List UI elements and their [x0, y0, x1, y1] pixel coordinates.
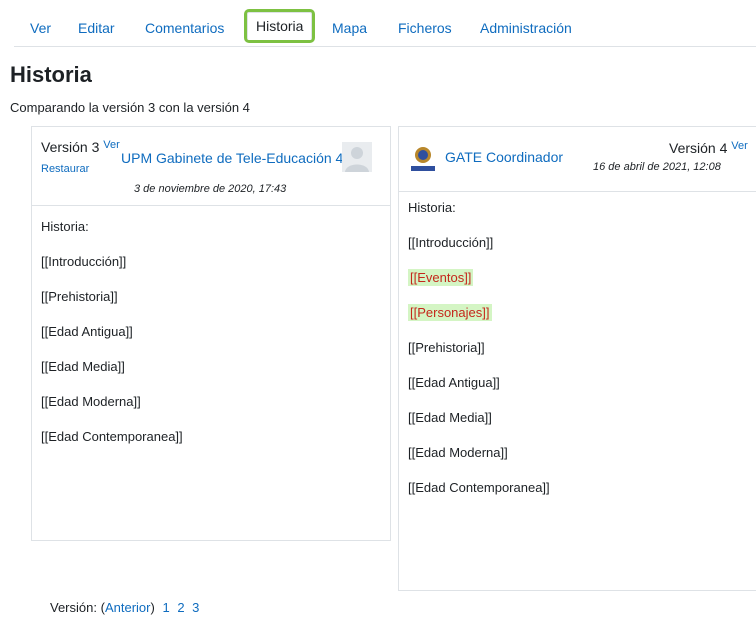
version-4-label: Versión 4 Ver	[669, 140, 748, 156]
content-line: [[Prehistoria]]	[408, 340, 485, 355]
version-paging-label: Versión:	[50, 600, 97, 615]
avatar	[342, 142, 372, 172]
view-version-3-link[interactable]: Ver	[103, 139, 120, 151]
version-4-title: Versión 4	[669, 140, 728, 156]
content-line: [[Edad Antigua]]	[41, 324, 133, 339]
added-line: [[Eventos]]	[408, 269, 474, 286]
version-3-header: Versión 3 Ver Restaurar UPM Gabinete de …	[32, 127, 390, 206]
content-line: [[Edad Media]]	[41, 359, 125, 374]
version-4-user-link[interactable]: GATE Coordinador	[445, 149, 563, 165]
default-user-icon	[342, 142, 372, 172]
tab-mapa[interactable]: Mapa	[332, 20, 367, 36]
version-4-column: GATE Coordinador Versión 4 Ver 16 de abr…	[398, 126, 756, 591]
content-line: [[Edad Antigua]]	[408, 375, 500, 390]
version-3-column: Versión 3 Ver Restaurar UPM Gabinete de …	[31, 126, 391, 541]
version-paging: Versión: (Anterior) 1 2 3	[50, 600, 199, 615]
content-line: [[Introducción]]	[408, 235, 494, 250]
tab-ficheros[interactable]: Ficheros	[398, 20, 452, 36]
content-line: [[Prehistoria]]	[41, 289, 118, 304]
content-line: [[Introducción]]	[41, 254, 127, 269]
version-4-date: 16 de abril de 2021, 12:08	[593, 161, 721, 173]
university-logo-icon	[409, 145, 437, 175]
view-version-4-link[interactable]: Ver	[731, 140, 748, 152]
content-line: Historia:	[41, 219, 89, 234]
tab-ver[interactable]: Ver	[30, 20, 51, 36]
version-4-header: GATE Coordinador Versión 4 Ver 16 de abr…	[399, 127, 756, 192]
version-3-title: Versión 3	[41, 139, 100, 155]
content-line: [[Edad Contemporanea]]	[408, 480, 550, 495]
added-line: [[Personajes]]	[408, 304, 492, 321]
paren-close: )	[150, 600, 155, 615]
page-title: Historia	[10, 62, 92, 87]
version-page-2-link[interactable]: 2	[177, 600, 184, 615]
content-line: [[Edad Moderna]]	[41, 394, 141, 409]
tab-comentarios[interactable]: Comentarios	[145, 20, 224, 36]
version-3-label: Versión 3 Ver	[41, 139, 120, 155]
version-page-3-link[interactable]: 3	[192, 600, 199, 615]
tab-administracion[interactable]: Administración	[480, 20, 572, 36]
content-line: [[Edad Contemporanea]]	[41, 429, 183, 444]
version-3-user-link[interactable]: UPM Gabinete de Tele-Educación 4	[121, 150, 343, 166]
content-line: [[Edad Moderna]]	[408, 445, 508, 460]
version-page-1-link[interactable]: 1	[162, 600, 169, 615]
version-3-date: 3 de noviembre de 2020, 17:43	[134, 183, 287, 195]
content-line: [[Edad Media]]	[408, 410, 492, 425]
compare-note: Comparando la versión 3 con la versión 4	[10, 100, 250, 115]
tab-bar: Ver Editar Comentarios Historia Mapa Fic…	[14, 8, 756, 47]
content-line: Historia:	[408, 200, 456, 215]
restore-link[interactable]: Restaurar	[41, 163, 89, 175]
previous-version-link[interactable]: Anterior	[105, 600, 151, 615]
tab-historia[interactable]: Historia	[243, 9, 316, 43]
tab-editar[interactable]: Editar	[78, 20, 115, 36]
